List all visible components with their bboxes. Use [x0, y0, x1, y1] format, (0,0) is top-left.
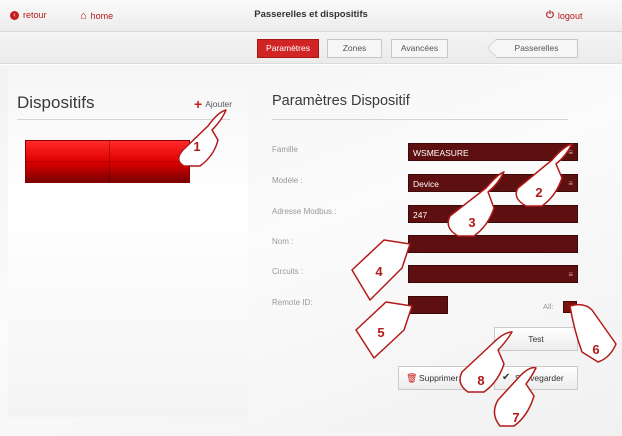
callout-7: 7 — [512, 410, 520, 425]
annotation-overlay — [178, 109, 617, 427]
callout-5: 5 — [377, 325, 385, 340]
pointer-hand-icon — [178, 109, 227, 167]
callout-8: 8 — [477, 373, 485, 388]
callout-1: 1 — [193, 139, 201, 154]
callout-4: 4 — [375, 264, 383, 279]
callout-6: 6 — [592, 342, 600, 357]
callout-2: 2 — [535, 185, 543, 200]
callout-3: 3 — [468, 215, 476, 230]
